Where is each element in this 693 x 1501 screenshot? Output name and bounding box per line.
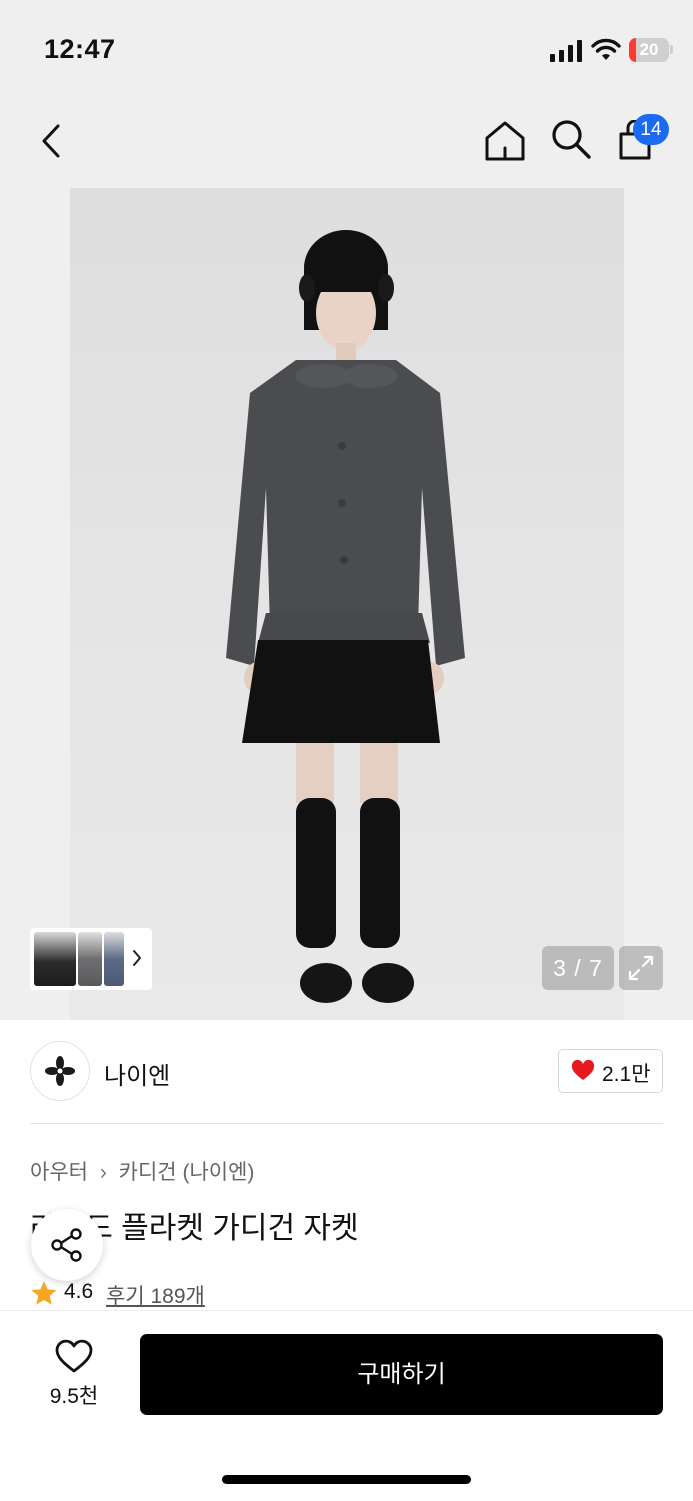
wifi-icon [591,38,621,60]
status-bar: 12:47 20 [0,0,693,100]
breadcrumb-separator-icon: › [99,1161,107,1184]
cart-count-badge: 14 [633,114,669,145]
star-icon [31,1281,57,1305]
buy-button[interactable]: 구매하기 [140,1334,663,1415]
brand-name[interactable]: 나이엔 [104,1056,170,1091]
expand-icon [628,955,654,981]
thumbnail-2[interactable] [78,932,102,986]
home-icon[interactable] [482,118,528,164]
wishlist-count: 9.5천 [49,1385,99,1408]
thumbnail-1[interactable] [34,932,76,986]
rating-score: 4.6 [64,1280,94,1303]
heart-filled-icon [571,1060,595,1080]
brand-like-count: 2.1만 [602,1063,651,1086]
search-icon[interactable] [550,118,592,160]
battery-indicator: 20 [629,38,669,62]
model-photo-illustration [226,230,465,1003]
brand-logo-icon [45,1056,75,1086]
back-icon[interactable] [36,122,70,160]
breadcrumb-category[interactable]: 아우터 [30,1161,88,1184]
battery-tip [670,45,673,54]
breadcrumb-subcategory[interactable]: 카디건 (나이엔) [119,1161,255,1184]
status-time: 12:47 [44,34,116,64]
chevron-right-icon [133,950,141,966]
thumbnail-strip[interactable] [30,928,152,990]
image-counter: 3 / 7 [542,946,614,990]
brand-logo[interactable] [30,1041,90,1101]
wishlist-heart-icon[interactable] [54,1338,94,1374]
thumbnail-3[interactable] [104,932,124,986]
battery-level: 20 [639,40,659,59]
divider [30,1123,663,1124]
review-link[interactable]: 후기 189개 [106,1280,205,1310]
product-image[interactable] [70,188,624,1020]
home-indicator [222,1475,471,1484]
brand-like-button[interactable]: 2.1만 [558,1049,663,1093]
expand-button[interactable] [619,946,663,990]
breadcrumb: 아우터 › 카디건 (나이엔) [30,1156,254,1186]
signal-icon [550,40,582,62]
share-button[interactable] [31,1209,103,1281]
share-icon [51,1228,82,1262]
